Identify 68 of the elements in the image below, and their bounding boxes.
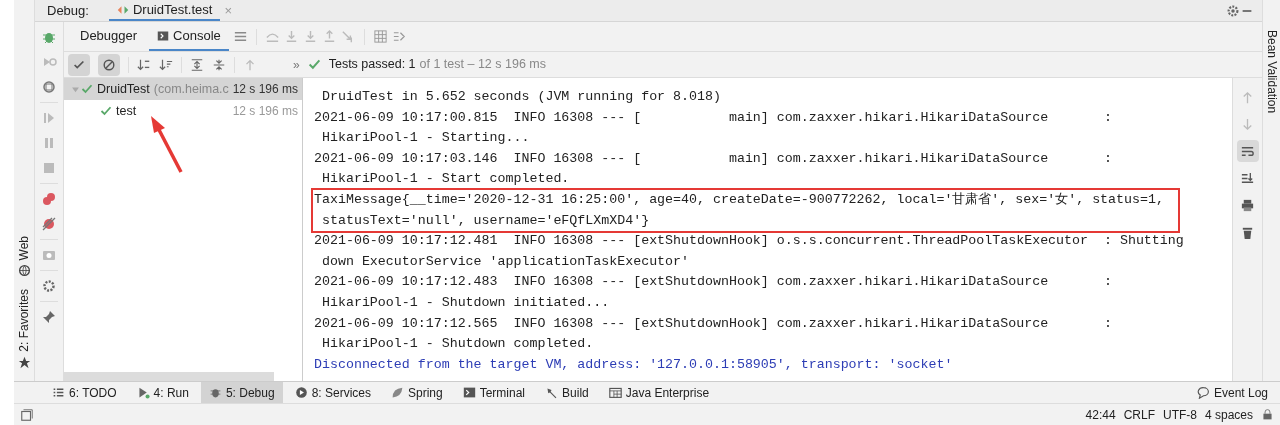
status-item[interactable]: CRLF <box>1123 405 1155 424</box>
event-log-button[interactable]: Event Log <box>1196 383 1280 402</box>
sort-duration-icon[interactable] <box>159 57 173 72</box>
junit-icon <box>116 3 129 16</box>
console-line: 2021-06-09 10:17:12.481 INFO 16308 --- [extShutdownHook] o.s.s.concurrent.ThreadPoolTaskExecutor : Shutting <box>314 232 1185 251</box>
collapse-all-icon[interactable] <box>212 57 226 72</box>
test-summary-text: of 1 test – 12 s 196 ms <box>419 56 546 74</box>
tool-window-button[interactable]: Build <box>537 382 597 403</box>
globe-icon <box>17 264 31 278</box>
window-icon[interactable] <box>20 407 34 422</box>
debugger-tab[interactable]: Debugger <box>72 22 146 51</box>
sort-alpha-icon[interactable] <box>137 57 151 72</box>
menu-icon[interactable] <box>232 29 248 44</box>
list-icon <box>52 386 65 399</box>
console-line: Disconnected from the target VM, address: '127.0.0.1:58905', transport: 'socket' <box>314 355 954 374</box>
side-tab[interactable]: 2: Favorites <box>15 289 33 352</box>
tool-window-button[interactable]: 4: Run <box>128 382 197 403</box>
soft-wrap-icon[interactable] <box>1236 140 1259 162</box>
tool-window-button[interactable]: Terminal <box>454 382 534 403</box>
lock-icon[interactable] <box>1261 408 1274 421</box>
console-line: 2021-06-09 10:17:12.483 INFO 16308 --- [extShutdownHook] com.zaxxer.hikari.HikariDataSource : <box>314 273 1113 292</box>
play-icon <box>136 386 150 399</box>
tool-window-button[interactable]: Java Enterprise <box>600 382 718 403</box>
expand-all-icon[interactable] <box>190 57 204 72</box>
check-icon <box>307 58 321 71</box>
status-item[interactable]: UTF-8 <box>1162 405 1197 424</box>
console-line: HikariPool-1 - Starting... <box>320 129 531 148</box>
test-tree-item[interactable]: test 12 s 196 ms <box>64 100 302 122</box>
scrollbar[interactable] <box>64 372 274 381</box>
side-tab[interactable]: Web <box>15 235 33 261</box>
leaf-icon <box>391 386 404 399</box>
passed-filter-icon[interactable] <box>68 53 90 76</box>
speech-bubble-icon <box>1196 386 1210 399</box>
more-icon[interactable]: » <box>293 55 300 74</box>
console-line: DruidTest in 5.652 seconds (JVM running for 8.018) <box>320 88 722 106</box>
play-circle-icon <box>294 386 308 399</box>
tool-window-button[interactable]: 6: TODO <box>44 382 125 403</box>
duration-text: 12 s 196 ms <box>232 81 298 98</box>
bean-validation-tab[interactable]: Bean Validation <box>1262 30 1280 114</box>
console-line: 2021-06-09 10:17:00.815 INFO 16308 --- [ main] com.zaxxer.hikari.HikariDataSource : <box>314 108 1113 127</box>
console-line: down ExecutorService 'applicationTaskExecutor' <box>320 252 691 271</box>
table-icon <box>608 386 622 399</box>
console-line: statusText='null', username='eFQfLXmXD4'} <box>320 211 651 230</box>
console-line: 2021-06-09 10:17:03.146 INFO 16308 --- [ main] com.zaxxer.hikari.HikariDataSource : <box>314 149 1113 168</box>
duration-text: 12 s 196 ms <box>232 103 298 120</box>
check-icon <box>100 105 112 117</box>
console-line: 2021-06-09 10:17:12.565 INFO 16308 --- [extShutdownHook] com.zaxxer.hikari.HikariDataSource : <box>314 314 1113 333</box>
trace-icon[interactable] <box>391 29 407 44</box>
terminal-icon <box>462 386 476 399</box>
tool-window-button[interactable]: 8: Services <box>286 382 379 403</box>
test-class-text: (com.heima.c <box>153 80 229 98</box>
test-tree-item[interactable]: DruidTest (com.heima.c 12 s 196 ms <box>64 78 302 100</box>
console-icon <box>157 29 170 42</box>
console-line: HikariPool-1 - Shutdown initiated... <box>320 293 611 312</box>
tool-window-button[interactable]: Spring <box>383 382 451 403</box>
console-line: TaxiMessage{__time='2020-12-31 16:25:00', age=40, createDate=-900772262, local='甘肃省', sex='女', status=1, <box>314 190 1164 209</box>
debug-label: Debug: <box>47 1 89 20</box>
bug-icon <box>208 386 222 399</box>
status-item[interactable]: 4 spaces <box>1204 405 1253 424</box>
check-icon <box>81 83 93 95</box>
run-config-tab[interactable]: DruidTest.test <box>108 0 221 21</box>
star-icon <box>17 356 31 369</box>
tool-window-button[interactable]: 5: Debug <box>200 382 283 403</box>
tests-passed-text: Tests passed: 1 <box>328 56 416 74</box>
console-line: HikariPool-1 - Start completed. <box>320 170 571 189</box>
console-line: HikariPool-1 - Shutdown completed. <box>320 335 595 354</box>
status-item[interactable]: 42:44 <box>1085 405 1116 424</box>
ignored-filter-icon[interactable] <box>98 53 120 76</box>
